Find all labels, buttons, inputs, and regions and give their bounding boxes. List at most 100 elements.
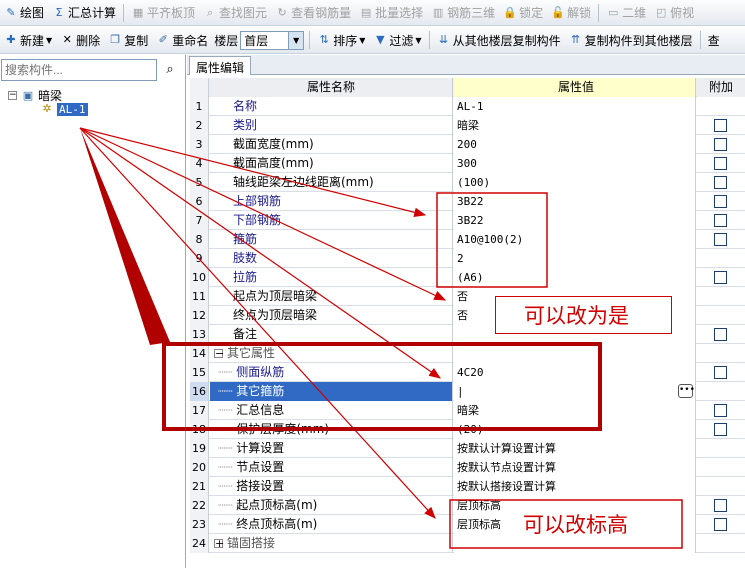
draw-button[interactable]: ✎ 绘图 <box>0 2 48 24</box>
property-name[interactable]: 箍筋 <box>210 230 453 249</box>
ellipsis-button[interactable]: ••• <box>678 384 695 398</box>
property-name[interactable]: + 锚固搭接 <box>210 534 453 553</box>
extra-checkbox[interactable] <box>714 404 727 417</box>
property-name[interactable]: ┈┈ 保护层厚度(mm) <box>210 420 453 439</box>
property-value[interactable] <box>454 344 696 363</box>
copy-from-floor-button[interactable]: ⇊ 从其他楼层复制构件 <box>433 29 565 51</box>
property-value[interactable]: 按默认计算设置计算 <box>454 439 696 458</box>
property-value[interactable]: (100) <box>454 173 696 192</box>
table-row[interactable]: 7 下部钢筋 3B22 <box>190 211 745 230</box>
find-element-button[interactable]: ⌕ 查找图元 <box>199 2 271 24</box>
top-view-button[interactable]: ◰ 俯视 <box>650 2 698 24</box>
property-value[interactable]: 300 <box>454 154 696 173</box>
property-name[interactable]: − 其它属性 <box>210 344 453 363</box>
property-name[interactable]: 终点为顶层暗梁 <box>210 306 453 325</box>
property-value[interactable]: 200 <box>454 135 696 154</box>
extra-checkbox[interactable] <box>714 195 727 208</box>
collapse-icon[interactable]: − <box>8 91 17 100</box>
table-row[interactable]: 9 肢数 2 <box>190 249 745 268</box>
property-value[interactable]: A10@100(2) <box>454 230 696 249</box>
property-name[interactable]: ┈┈ 侧面纵筋 <box>210 363 453 382</box>
extra-checkbox[interactable] <box>714 214 727 227</box>
extra-checkbox[interactable] <box>714 138 727 151</box>
table-row[interactable]: 10 拉筋 (A6) <box>190 268 745 287</box>
property-name[interactable]: ┈┈ 其它箍筋 <box>210 382 453 401</box>
summary-calc-button[interactable]: Σ 汇总计算 <box>48 2 120 24</box>
floor-select[interactable]: 首层 ▼ <box>240 30 305 50</box>
extra-checkbox[interactable] <box>714 366 727 379</box>
property-value[interactable]: 3B22 <box>454 192 696 211</box>
extra-checkbox[interactable] <box>714 233 727 246</box>
property-value[interactable]: 暗梁 <box>454 401 696 420</box>
property-value[interactable]: | <box>454 382 696 401</box>
property-value[interactable]: (A6) <box>454 268 696 287</box>
property-value[interactable]: 2 <box>454 249 696 268</box>
property-name[interactable]: ┈┈ 搭接设置 <box>210 477 453 496</box>
property-name[interactable]: 肢数 <box>210 249 453 268</box>
find-button[interactable]: 查 <box>704 29 724 51</box>
property-value[interactable]: 按默认搭接设置计算 <box>454 477 696 496</box>
filter-button[interactable]: ▼ 过滤 ▼ <box>369 29 425 51</box>
property-value[interactable]: AL-1 <box>454 97 696 116</box>
property-value[interactable]: 3B22 <box>454 211 696 230</box>
extra-checkbox[interactable] <box>714 176 727 189</box>
table-row[interactable]: 2 类别 暗梁 <box>190 116 745 135</box>
view-rebar-qty-button[interactable]: ↻ 查看钢筋量 <box>271 2 355 24</box>
table-row[interactable]: 21 ┈┈ 搭接设置 按默认搭接设置计算 <box>190 477 745 496</box>
table-row[interactable]: 14− 其它属性 <box>190 344 745 363</box>
table-row[interactable]: 16 ┈┈ 其它箍筋 | ••• <box>190 382 745 401</box>
sort-button[interactable]: ⇅ 排序 ▼ <box>313 29 369 51</box>
table-row[interactable]: 8 箍筋 A10@100(2) <box>190 230 745 249</box>
lock-button[interactable]: 🔒 锁定 <box>499 2 547 24</box>
table-row[interactable]: 1 名称 AL-1 <box>190 97 745 116</box>
delete-button[interactable]: ✕ 删除 <box>56 29 104 51</box>
property-name[interactable]: ┈┈ 终点顶标高(m) <box>210 515 453 534</box>
property-name[interactable]: 备注 <box>210 325 453 344</box>
extra-checkbox[interactable] <box>714 518 727 531</box>
extra-checkbox[interactable] <box>714 119 727 132</box>
property-name[interactable]: ┈┈ 计算设置 <box>210 439 453 458</box>
property-name[interactable]: 上部钢筋 <box>210 192 453 211</box>
batch-select-button[interactable]: ▤ 批量选择 <box>355 2 427 24</box>
property-name[interactable]: 轴线距梁左边线距离(mm) <box>210 173 453 192</box>
flush-slab-top-button[interactable]: ▦ 平齐板顶 <box>127 2 199 24</box>
property-value[interactable]: 按默认节点设置计算 <box>454 458 696 477</box>
table-row[interactable]: 17 ┈┈ 汇总信息 暗梁 <box>190 401 745 420</box>
property-name[interactable]: 截面宽度(mm) <box>210 135 453 154</box>
collapse-icon[interactable]: − <box>214 348 224 359</box>
extra-checkbox[interactable] <box>714 328 727 341</box>
table-row[interactable]: 18 ┈┈ 保护层厚度(mm) (20) <box>190 420 745 439</box>
extra-checkbox[interactable] <box>714 499 727 512</box>
property-value[interactable]: 暗梁 <box>454 116 696 135</box>
tab-property-edit[interactable]: 属性编辑 <box>189 56 252 75</box>
rebar-3d-button[interactable]: ▥ 钢筋三维 <box>427 2 499 24</box>
unlock-button[interactable]: 🔓 解锁 <box>547 2 595 24</box>
table-row[interactable]: 5 轴线距梁左边线距离(mm) (100) <box>190 173 745 192</box>
table-row[interactable]: 20 ┈┈ 节点设置 按默认节点设置计算 <box>190 458 745 477</box>
extra-checkbox[interactable] <box>714 271 727 284</box>
property-name[interactable]: 截面高度(mm) <box>210 154 453 173</box>
property-name[interactable]: 名称 <box>210 97 453 116</box>
table-row[interactable]: 15 ┈┈ 侧面纵筋 4C20 <box>190 363 745 382</box>
table-row[interactable]: 19 ┈┈ 计算设置 按默认计算设置计算 <box>190 439 745 458</box>
new-button[interactable]: ✚ 新建 ▼ <box>0 29 56 51</box>
property-name[interactable]: 拉筋 <box>210 268 453 287</box>
table-row[interactable]: 4 截面高度(mm) 300 <box>190 154 745 173</box>
table-row[interactable]: 6 上部钢筋 3B22 <box>190 192 745 211</box>
property-name[interactable]: 下部钢筋 <box>210 211 453 230</box>
2d-view-button[interactable]: ▭ 二维 <box>602 2 650 24</box>
search-input[interactable] <box>1 59 157 81</box>
property-name[interactable]: ┈┈ 汇总信息 <box>210 401 453 420</box>
expand-icon[interactable]: + <box>214 538 224 549</box>
property-name[interactable]: ┈┈ 节点设置 <box>210 458 453 477</box>
property-name[interactable]: ┈┈ 起点顶标高(m) <box>210 496 453 515</box>
search-icon[interactable]: ⌕ <box>159 59 181 81</box>
copy-to-floor-button[interactable]: ⇈ 复制构件到其他楼层 <box>565 29 697 51</box>
rename-button[interactable]: ✐ 重命名 <box>152 29 212 51</box>
extra-checkbox[interactable] <box>714 157 727 170</box>
property-value[interactable]: (20) <box>454 420 696 439</box>
copy-button[interactable]: ❐ 复制 <box>104 29 152 51</box>
property-name[interactable]: 起点为顶层暗梁 <box>210 287 453 306</box>
property-value[interactable]: 4C20 <box>454 363 696 382</box>
tree-node-al1[interactable]: ✲ AL-1 <box>40 102 88 116</box>
